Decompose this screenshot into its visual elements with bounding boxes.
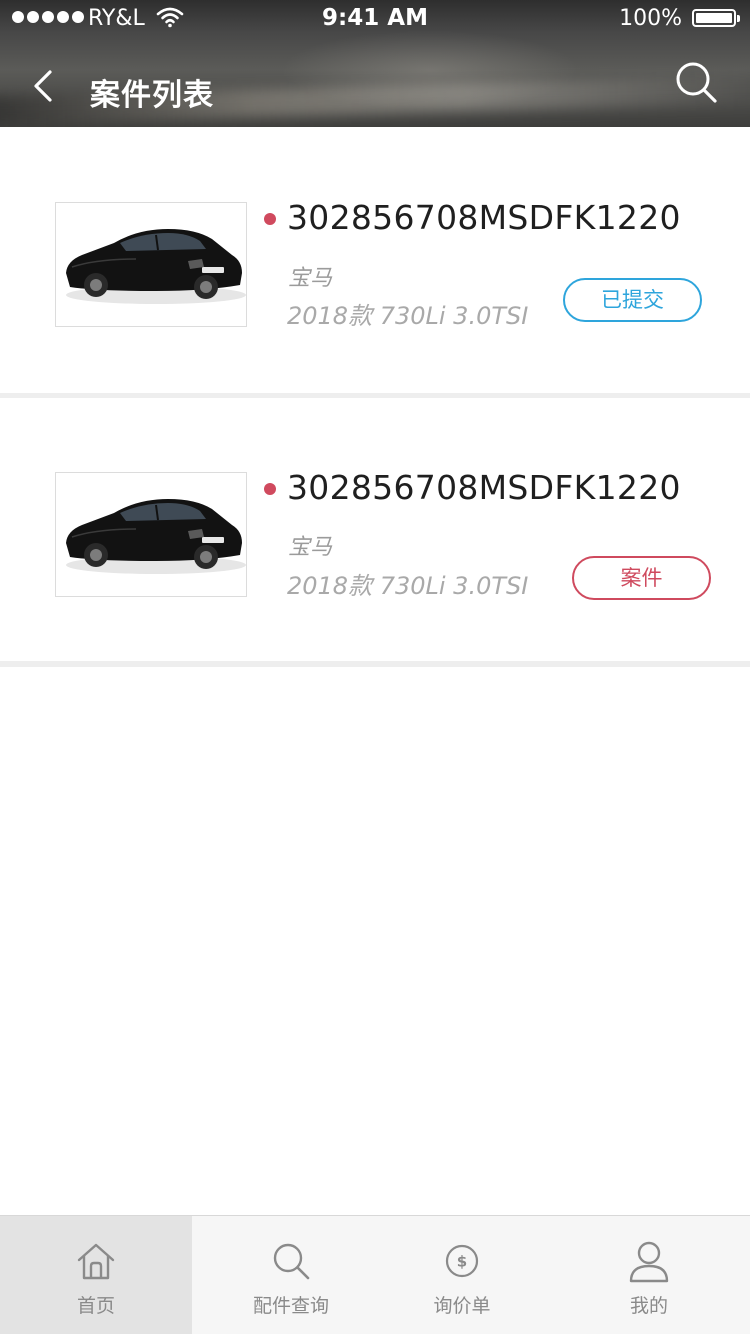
car-model: 2018款 730Li 3.0TSI (287, 572, 529, 600)
search-icon[interactable] (672, 58, 720, 106)
tab-label: 询价单 (433, 1295, 491, 1317)
car-brand: 宝马 (288, 266, 333, 291)
status-bar: RY&L 9:41 AM 100% (0, 0, 750, 38)
tab-inquiry[interactable]: $ 询价单 (366, 1216, 558, 1334)
car-brand: 宝马 (288, 535, 333, 560)
svg-text:$: $ (457, 1253, 467, 1271)
car-thumbnail (55, 472, 247, 597)
tab-profile[interactable]: 我的 (553, 1216, 745, 1334)
status-badge[interactable]: 已提交 (563, 278, 702, 322)
tab-label: 首页 (76, 1295, 115, 1317)
search-icon (273, 1243, 310, 1280)
tab-bar: 首页 配件查询 $ 询价单 我的 (0, 1215, 750, 1334)
battery-percentage: 100% (619, 6, 682, 31)
tab-label: 我的 (629, 1295, 668, 1317)
tab-home[interactable]: 首页 (0, 1216, 192, 1334)
dollar-coin-icon: $ (445, 1244, 479, 1278)
car-model: 2018款 730Li 3.0TSI (287, 302, 529, 330)
list-item[interactable]: 302856708MSDFK1220 宝马 2018款 730Li 3.0TSI… (0, 398, 750, 661)
divider (0, 661, 750, 667)
unread-dot (264, 483, 276, 495)
case-number: 302856708MSDFK1220 (287, 198, 681, 237)
tab-label: 配件查询 (252, 1295, 329, 1317)
user-icon (629, 1241, 669, 1283)
header-bar: RY&L 9:41 AM 100% 案件列表 (0, 0, 750, 127)
case-number: 302856708MSDFK1220 (287, 468, 681, 507)
car-thumbnail (55, 202, 247, 327)
unread-dot (264, 213, 276, 225)
battery-icon (692, 9, 740, 27)
list-item[interactable]: 302856708MSDFK1220 宝马 2018款 730Li 3.0TSI… (0, 127, 750, 393)
tab-parts-search[interactable]: 配件查询 (195, 1216, 387, 1334)
status-badge[interactable]: 案件 (572, 556, 711, 600)
page-title: 案件列表 (90, 78, 214, 113)
home-icon (77, 1243, 115, 1280)
chevron-left-icon[interactable] (28, 66, 64, 106)
